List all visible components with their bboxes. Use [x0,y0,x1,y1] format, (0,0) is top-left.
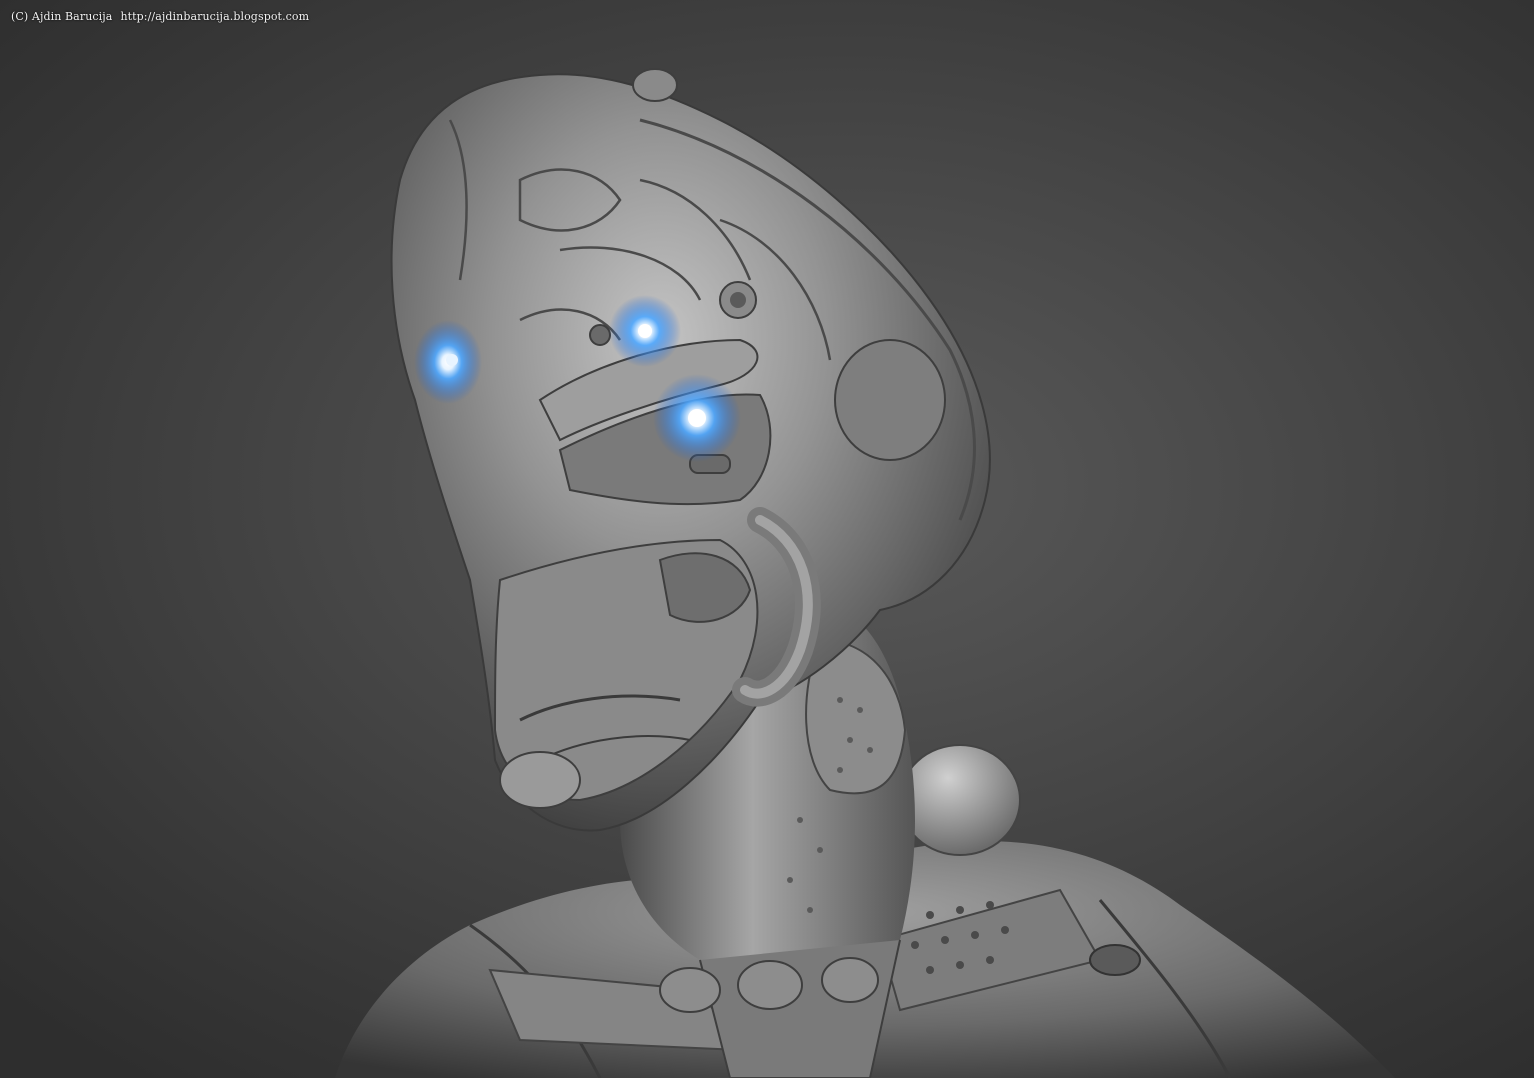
watermark: (C) Ajdin Barucija http://ajdinbarucija.b… [11,10,309,23]
eye-glow-left [414,320,482,404]
shoulder-pad [899,744,1021,856]
watermark-url: http://ajdinbarucija.blogspot.com [120,10,310,23]
eye-glow-right [653,374,741,462]
sculpture-render [335,68,1395,1078]
eye-glow-center [609,295,681,367]
watermark-author: (C) Ajdin Barucija [11,10,113,23]
